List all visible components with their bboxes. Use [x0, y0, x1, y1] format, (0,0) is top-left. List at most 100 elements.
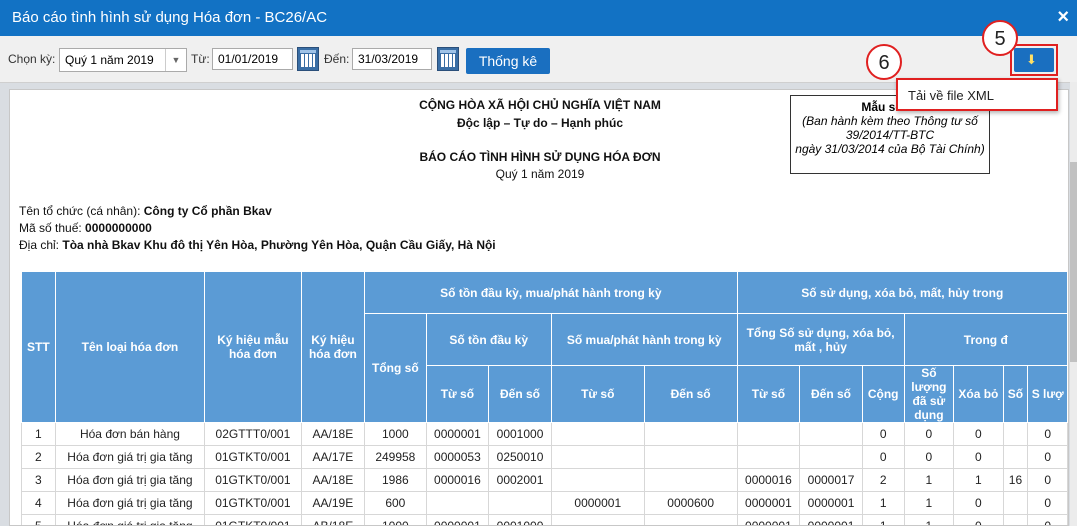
header-from: Từ số	[550, 365, 645, 423]
table-cell: AB/18E	[300, 514, 366, 525]
table-cell: 1986	[364, 468, 427, 492]
callout-5: 5	[982, 20, 1018, 56]
header-total: Tổng số	[364, 313, 427, 423]
table-cell: 01GTKT0/001	[204, 468, 302, 492]
table-cell	[736, 422, 801, 446]
table-cell: 2	[21, 445, 56, 469]
table-cell: 0000016	[736, 468, 801, 492]
download-xml-item[interactable]: Tải về file XML	[908, 88, 994, 103]
tax-label: Mã số thuế:	[19, 221, 86, 235]
form-note-3: ngày 31/03/2014 của Bộ Tài Chính)	[795, 142, 985, 156]
close-icon[interactable]: ×	[1057, 6, 1069, 29]
header-to: Đến số	[643, 365, 738, 423]
table-cell	[488, 491, 552, 515]
table-cell	[799, 445, 863, 469]
table-cell: 0000001	[799, 491, 863, 515]
org-value: Công ty Cổ phần Bkav	[143, 204, 272, 218]
table-cell	[1002, 514, 1029, 525]
header-to: Đến số	[488, 365, 552, 423]
header-cut: S lượ	[1027, 365, 1068, 423]
table-cell: 0	[903, 422, 955, 446]
table-cell: 1000	[364, 514, 427, 525]
table-cell: 0000600	[643, 491, 738, 515]
header-used: Số sử dụng, xóa bỏ, mất, hủy trong	[736, 271, 1068, 314]
table-cell: 1	[21, 422, 56, 446]
table-cell: 0	[953, 491, 1004, 515]
scrollbar[interactable]	[1070, 82, 1077, 526]
table-cell: 249958	[364, 445, 427, 469]
from-label: Từ:	[191, 52, 210, 66]
table-cell: 01GTKT0/001	[204, 514, 302, 525]
calendar-icon[interactable]	[297, 47, 319, 71]
highlight-download	[1010, 44, 1058, 76]
window-title: Báo cáo tình hình sử dụng Hóa đơn - BC26…	[12, 9, 328, 26]
table-cell: 0	[1027, 422, 1068, 446]
to-label: Đến:	[324, 52, 350, 66]
header-invoice-type: Tên loại hóa đơn	[54, 271, 206, 423]
table-cell: 0	[1027, 514, 1068, 525]
table-cell: 0	[861, 445, 905, 469]
scrollbar-thumb[interactable]	[1070, 162, 1077, 362]
statistics-button[interactable]: Thống kê	[466, 48, 550, 74]
title-bar: Báo cáo tình hình sử dụng Hóa đơn - BC26…	[0, 0, 1077, 36]
table-cell: 0001000	[488, 514, 552, 525]
table-cell: 4	[21, 491, 56, 515]
table-cell: 0000017	[799, 468, 863, 492]
table-cell	[550, 422, 645, 446]
table-cell: 0	[903, 445, 955, 469]
table-cell: Hóa đơn bán hàng	[54, 422, 206, 446]
filter-toolbar: Chọn kỳ: Quý 1 năm 2019 ▼ Từ: 01/01/2019…	[0, 36, 1077, 83]
table-cell: 0000001	[425, 422, 490, 446]
header-stt: STT	[21, 271, 56, 423]
table-cell	[1002, 422, 1029, 446]
form-note-1: (Ban hành kèm theo Thông tư số	[802, 114, 978, 128]
from-date-input[interactable]: 01/01/2019	[212, 48, 293, 70]
table-cell: 0000001	[799, 514, 863, 525]
table-cell: 0	[1027, 468, 1068, 492]
calendar-icon[interactable]	[437, 47, 459, 71]
table-row: 4 Hóa đơn giá trị gia tăng 01GTKT0/001 AA/1…	[21, 491, 1068, 515]
table-cell: 0	[953, 422, 1004, 446]
table-cell: 01GTKT0/001	[204, 445, 302, 469]
table-cell: 1000	[364, 422, 427, 446]
period-select[interactable]: Quý 1 năm 2019 ▼	[59, 48, 187, 72]
table-cell: 0	[953, 445, 1004, 469]
header-from: Từ số	[736, 365, 801, 423]
header-invoice-symbol: Ký hiệu hóa đơn	[300, 271, 366, 423]
org-label: Tên tổ chức (cá nhân):	[19, 204, 144, 218]
table-cell: Hóa đơn giá trị gia tăng	[54, 445, 206, 469]
table-cell: AA/18E	[300, 422, 366, 446]
period-label: Chọn kỳ:	[8, 52, 56, 66]
to-date-input[interactable]: 31/03/2019	[352, 48, 432, 70]
address-value: Tòa nhà Bkav Khu đô thị Yên Hòa, Phường …	[62, 238, 496, 252]
table-cell	[799, 422, 863, 446]
table-row: 5 Hóa đơn giá trị gia tăng 01GTKT0/001 AB/1…	[21, 514, 1068, 525]
table-cell: AA/19E	[300, 491, 366, 515]
header-in-which: Trong đ	[903, 313, 1068, 366]
table-cell	[643, 468, 738, 492]
org-line: Tên tổ chức (cá nhân): Công ty Cổ phần B…	[19, 204, 272, 218]
table-cell: Hóa đơn giá trị gia tăng	[54, 468, 206, 492]
table-cell	[643, 422, 738, 446]
table-cell: 02GTTT0/001	[204, 422, 302, 446]
table-cell	[736, 445, 801, 469]
table-cell	[1002, 445, 1029, 469]
table-cell: 2	[861, 468, 905, 492]
tax-line: Mã số thuế: 0000000000	[19, 221, 152, 235]
table-cell: Hóa đơn giá trị gia tăng	[54, 514, 206, 525]
table-row: 2 Hóa đơn giá trị gia tăng 01GTKT0/001 AA/1…	[21, 445, 1068, 469]
header-qty-used: Số lượng đã sử dụng	[903, 365, 955, 423]
table-cell	[643, 445, 738, 469]
table-cell: 0001000	[488, 422, 552, 446]
table-cell: 0000016	[425, 468, 490, 492]
header-cancel: Xóa bỏ	[953, 365, 1004, 423]
report-table: STT Tên loại hóa đơn Ký hiệu mẫu hóa đơn…	[21, 271, 1068, 525]
header-from: Từ số	[425, 365, 490, 423]
table-cell: AA/17E	[300, 445, 366, 469]
chevron-down-icon[interactable]: ▼	[165, 49, 186, 71]
table-cell	[550, 468, 645, 492]
table-cell: 0	[1027, 491, 1068, 515]
address-label: Địa chỉ:	[19, 238, 63, 252]
table-cell	[643, 514, 738, 525]
table-cell: 0	[861, 422, 905, 446]
